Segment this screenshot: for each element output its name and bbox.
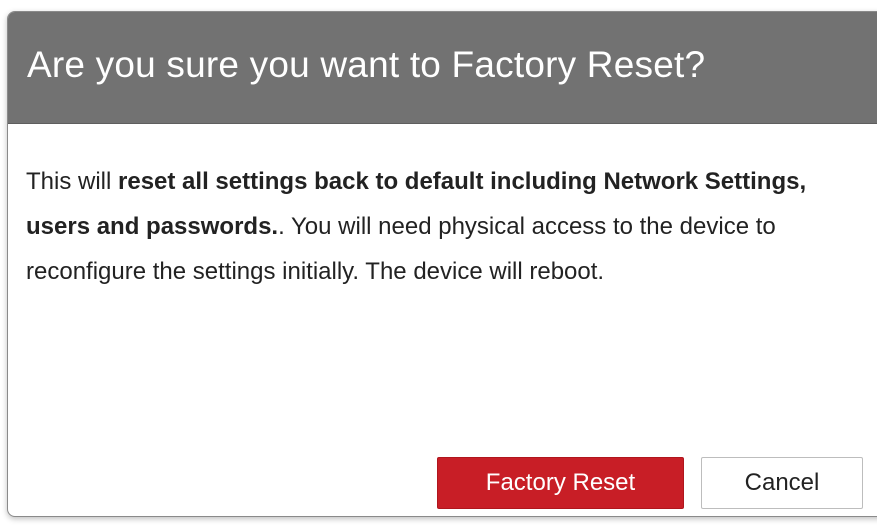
- dialog-message: This will reset all settings back to def…: [26, 159, 866, 294]
- message-intro: This will: [26, 168, 119, 195]
- factory-reset-dialog: Are you sure you want to Factory Reset? …: [7, 11, 877, 517]
- factory-reset-button[interactable]: Factory Reset: [437, 457, 684, 509]
- dialog-header: Are you sure you want to Factory Reset?: [8, 12, 877, 124]
- dialog-title: Are you sure you want to Factory Reset?: [27, 44, 706, 85]
- cancel-button[interactable]: Cancel: [701, 457, 863, 509]
